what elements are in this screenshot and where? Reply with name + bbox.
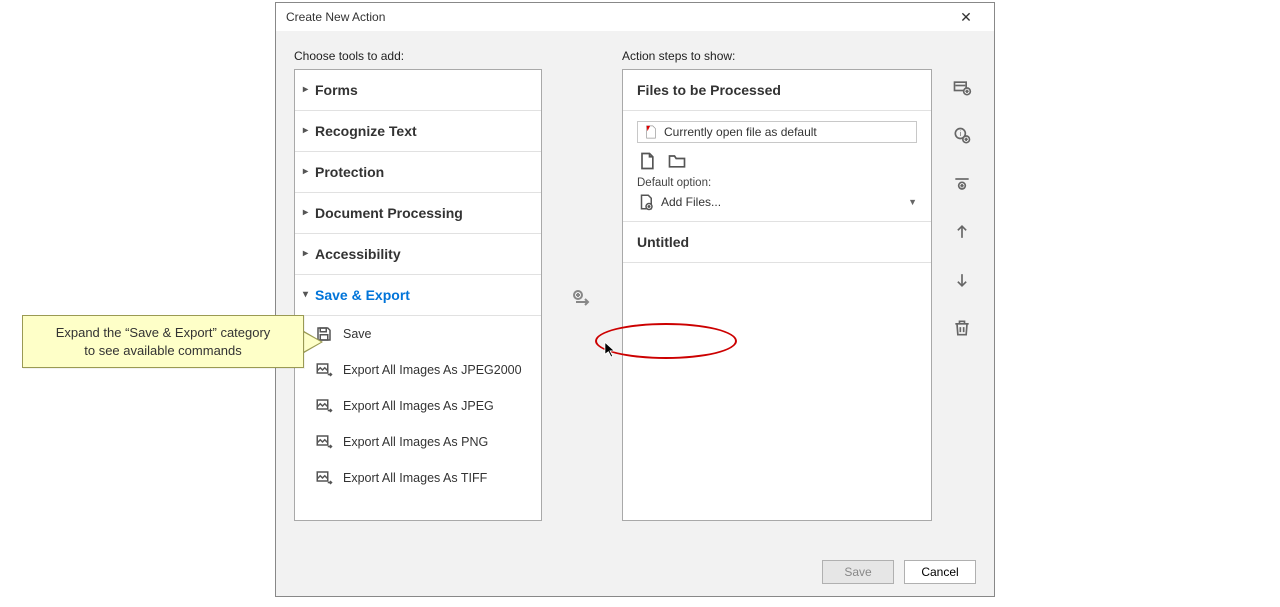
- export-image-icon: [315, 361, 333, 379]
- category-label: Document Processing: [315, 205, 463, 221]
- chevron-down-icon: ▾: [303, 289, 308, 300]
- tool-export-tiff[interactable]: Export All Images As TIFF: [295, 460, 541, 496]
- trash-icon[interactable]: [951, 317, 973, 339]
- add-files-label: Add Files...: [661, 195, 902, 209]
- tool-label: Export All Images As JPEG2000: [343, 363, 522, 377]
- tool-save[interactable]: Save: [295, 316, 541, 352]
- category-label: Protection: [315, 164, 384, 180]
- tool-label: Export All Images As PNG: [343, 435, 488, 449]
- cancel-button[interactable]: Cancel: [904, 560, 976, 584]
- create-new-action-dialog: Create New Action ✕ Choose tools to add:…: [275, 2, 995, 597]
- files-section: Currently open file as default: [623, 111, 931, 222]
- dialog-body: Choose tools to add: ▸ Forms ▸ Recognize…: [276, 31, 994, 596]
- category-protection[interactable]: ▸ Protection: [295, 152, 541, 193]
- current-file-label: Currently open file as default: [664, 125, 817, 139]
- current-open-file-row[interactable]: Currently open file as default: [637, 121, 917, 143]
- action-steps-panel: Files to be Processed Currently open fil…: [622, 69, 932, 521]
- category-label: Recognize Text: [315, 123, 417, 139]
- category-label: Accessibility: [315, 246, 401, 262]
- files-to-be-processed-header: Files to be Processed: [623, 70, 931, 111]
- chevron-right-icon: ▸: [303, 207, 308, 218]
- add-file-icon: [637, 193, 655, 211]
- tool-export-jpeg[interactable]: Export All Images As JPEG: [295, 388, 541, 424]
- tool-export-jpeg2000[interactable]: Export All Images As JPEG2000: [295, 352, 541, 388]
- tool-label: Export All Images As TIFF: [343, 471, 487, 485]
- steps-label: Action steps to show:: [622, 49, 976, 63]
- chevron-right-icon: ▸: [303, 125, 308, 136]
- instruction-callout: Expand the “Save & Export” category to s…: [22, 315, 304, 368]
- add-step-icon[interactable]: [570, 286, 594, 313]
- callout-line2: to see available commands: [84, 343, 242, 358]
- folder-icon[interactable]: [667, 151, 687, 171]
- category-label: Save & Export: [315, 287, 410, 303]
- tool-label: Export All Images As JPEG: [343, 399, 494, 413]
- add-files-dropdown[interactable]: Add Files... ▼: [637, 193, 917, 211]
- tools-label: Choose tools to add:: [294, 49, 542, 63]
- titlebar: Create New Action ✕: [276, 3, 994, 31]
- chevron-down-icon: ▼: [908, 197, 917, 207]
- category-save-export[interactable]: ▾ Save & Export: [295, 275, 541, 316]
- category-document-processing[interactable]: ▸ Document Processing: [295, 193, 541, 234]
- callout-pointer: [303, 332, 321, 352]
- tool-label: Save: [343, 327, 372, 341]
- export-image-icon: [315, 433, 333, 451]
- category-label: Forms: [315, 82, 358, 98]
- default-option-label: Default option:: [637, 177, 917, 189]
- export-image-icon: [315, 397, 333, 415]
- category-recognize-text[interactable]: ▸ Recognize Text: [295, 111, 541, 152]
- move-down-icon[interactable]: [951, 269, 973, 291]
- new-file-icon[interactable]: [637, 151, 657, 171]
- add-divider-icon[interactable]: [951, 173, 973, 195]
- tools-list[interactable]: ▸ Forms ▸ Recognize Text ▸ Protection ▸ …: [294, 69, 542, 521]
- export-image-icon: [315, 469, 333, 487]
- chevron-right-icon: ▸: [303, 84, 308, 95]
- step-action-toolbar: i: [948, 69, 976, 550]
- untitled-step[interactable]: Untitled: [623, 222, 931, 263]
- callout-line1: Expand the “Save & Export” category: [56, 325, 271, 340]
- dialog-title: Create New Action: [286, 10, 946, 24]
- svg-text:i: i: [959, 129, 961, 138]
- category-forms[interactable]: ▸ Forms: [295, 70, 541, 111]
- chevron-right-icon: ▸: [303, 166, 308, 177]
- tool-export-png[interactable]: Export All Images As PNG: [295, 424, 541, 460]
- add-prompt-icon[interactable]: i: [951, 125, 973, 147]
- move-up-icon[interactable]: [951, 221, 973, 243]
- category-accessibility[interactable]: ▸ Accessibility: [295, 234, 541, 275]
- close-icon[interactable]: ✕: [946, 5, 986, 29]
- add-panel-icon[interactable]: [951, 77, 973, 99]
- chevron-right-icon: ▸: [303, 248, 308, 259]
- pdf-icon: [644, 125, 658, 139]
- save-button[interactable]: Save: [822, 560, 894, 584]
